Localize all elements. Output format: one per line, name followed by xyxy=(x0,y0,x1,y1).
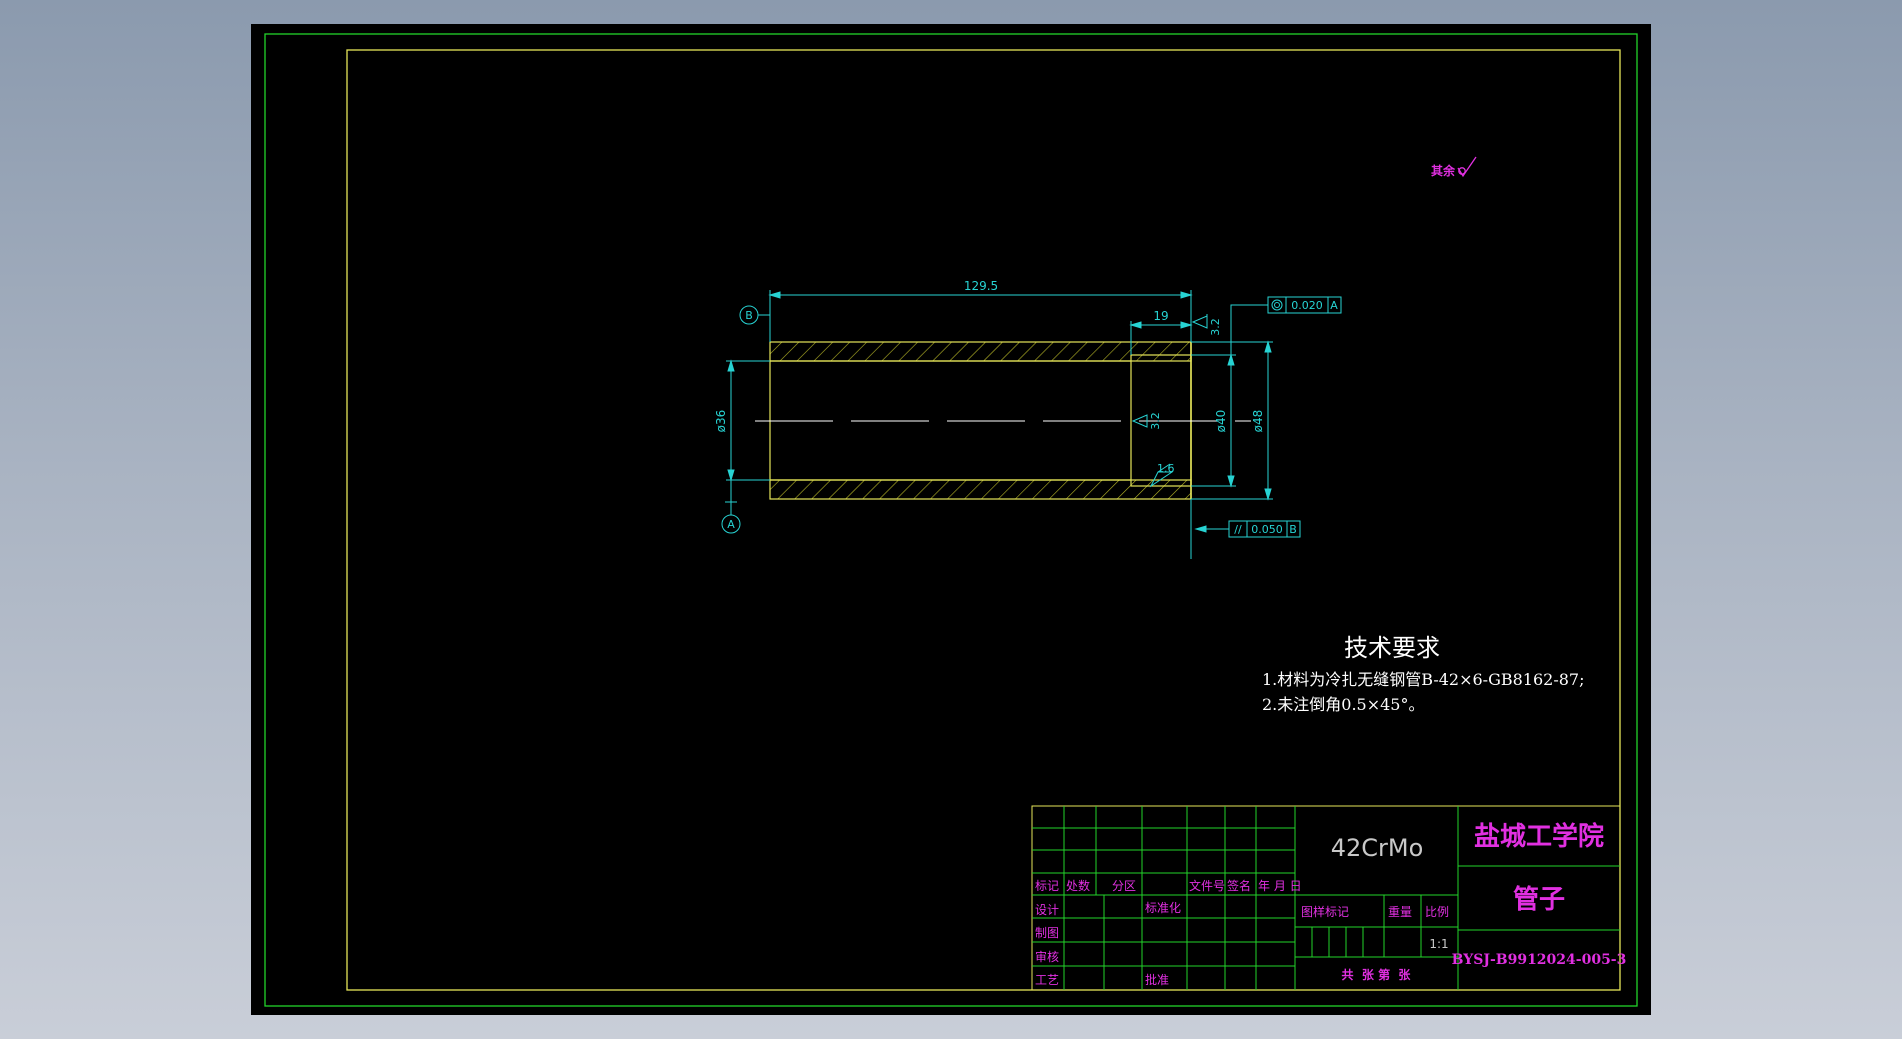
roughness-end-text: 3.2 xyxy=(1209,318,1222,336)
concentricity-datum: A xyxy=(1330,299,1338,312)
surface-note-label: 其余 xyxy=(1431,163,1456,178)
label-weight: 重量 xyxy=(1388,905,1412,919)
outer-frame xyxy=(264,33,1638,1007)
tube-wall-top xyxy=(769,341,1192,362)
dim-bore-length-text: 19 xyxy=(1153,309,1168,323)
tech-requirement-1: 1.材料为冷扎无缝钢管B-42×6-GB8162-87; xyxy=(1262,670,1585,689)
parallelism-tolerance xyxy=(1190,499,1301,559)
label-sheets: 共 张 第 张 xyxy=(1342,967,1412,982)
datum-a-text: A xyxy=(727,518,735,531)
tube-wall-bottom xyxy=(769,479,1192,500)
role-process: 工艺 xyxy=(1035,973,1059,987)
header-date: 年 月 日 xyxy=(1258,879,1302,893)
tech-requirement-2: 2.未注倒角0.5×45°。 xyxy=(1262,695,1424,714)
role-review: 审核 xyxy=(1035,949,1059,964)
roughness-end-icon xyxy=(1191,314,1208,329)
header-zone: 分区 xyxy=(1112,879,1136,893)
inner-frame xyxy=(346,49,1621,991)
roughness-shoulder-text: 1.6 xyxy=(1157,462,1175,475)
part-name: 管子 xyxy=(1513,885,1565,915)
parallelism-value: 0.050 xyxy=(1251,523,1283,536)
dim-inner-diameter-text: ø36 xyxy=(714,410,728,433)
roughness-bore-text: 3.2 xyxy=(1149,412,1162,430)
dim-total-length-text: 129.5 xyxy=(964,279,998,293)
dim-outer-diameter-text: ø48 xyxy=(1251,410,1265,433)
datum-b-text: B xyxy=(745,309,753,322)
parallelism-datum: B xyxy=(1289,523,1297,536)
roughness-symbol-icon xyxy=(1457,156,1477,178)
label-scale: 比例 xyxy=(1425,905,1449,919)
role-standardization: 标准化 xyxy=(1145,901,1181,915)
role-drafting: 制图 xyxy=(1035,926,1059,940)
role-approval: 批准 xyxy=(1145,972,1169,987)
label-stage-mark: 图样标记 xyxy=(1301,904,1349,919)
drawing-sheet: 其余 129.5 19 3.2 3.2 1.6 ø36 ø40 ø48 B A … xyxy=(251,24,1651,1015)
parallelism-symbol: // xyxy=(1234,523,1242,536)
role-design: 设计 xyxy=(1035,903,1059,917)
concentricity-tolerance xyxy=(1230,296,1342,355)
cad-drawing: 其余 129.5 19 3.2 3.2 1.6 ø36 ø40 ø48 B A … xyxy=(264,33,1638,1007)
school-name: 盐城工学院 xyxy=(1474,821,1604,852)
header-count: 处数 xyxy=(1066,878,1090,893)
dim-total-length xyxy=(768,290,1193,342)
dim-bore-diameter-text: ø40 xyxy=(1214,410,1228,433)
tech-requirements-title: 技术要求 xyxy=(1344,634,1440,662)
header-doc-no: 文件号 xyxy=(1189,878,1225,893)
scale-value: 1:1 xyxy=(1429,937,1448,951)
header-mark: 标记 xyxy=(1035,879,1059,893)
drawing-number: BYSJ-B9912024-005-3 xyxy=(1452,952,1627,968)
material-text: 42CrMo xyxy=(1331,834,1424,862)
concentricity-value: 0.020 xyxy=(1291,299,1323,312)
header-signature: 签名 xyxy=(1227,878,1251,893)
